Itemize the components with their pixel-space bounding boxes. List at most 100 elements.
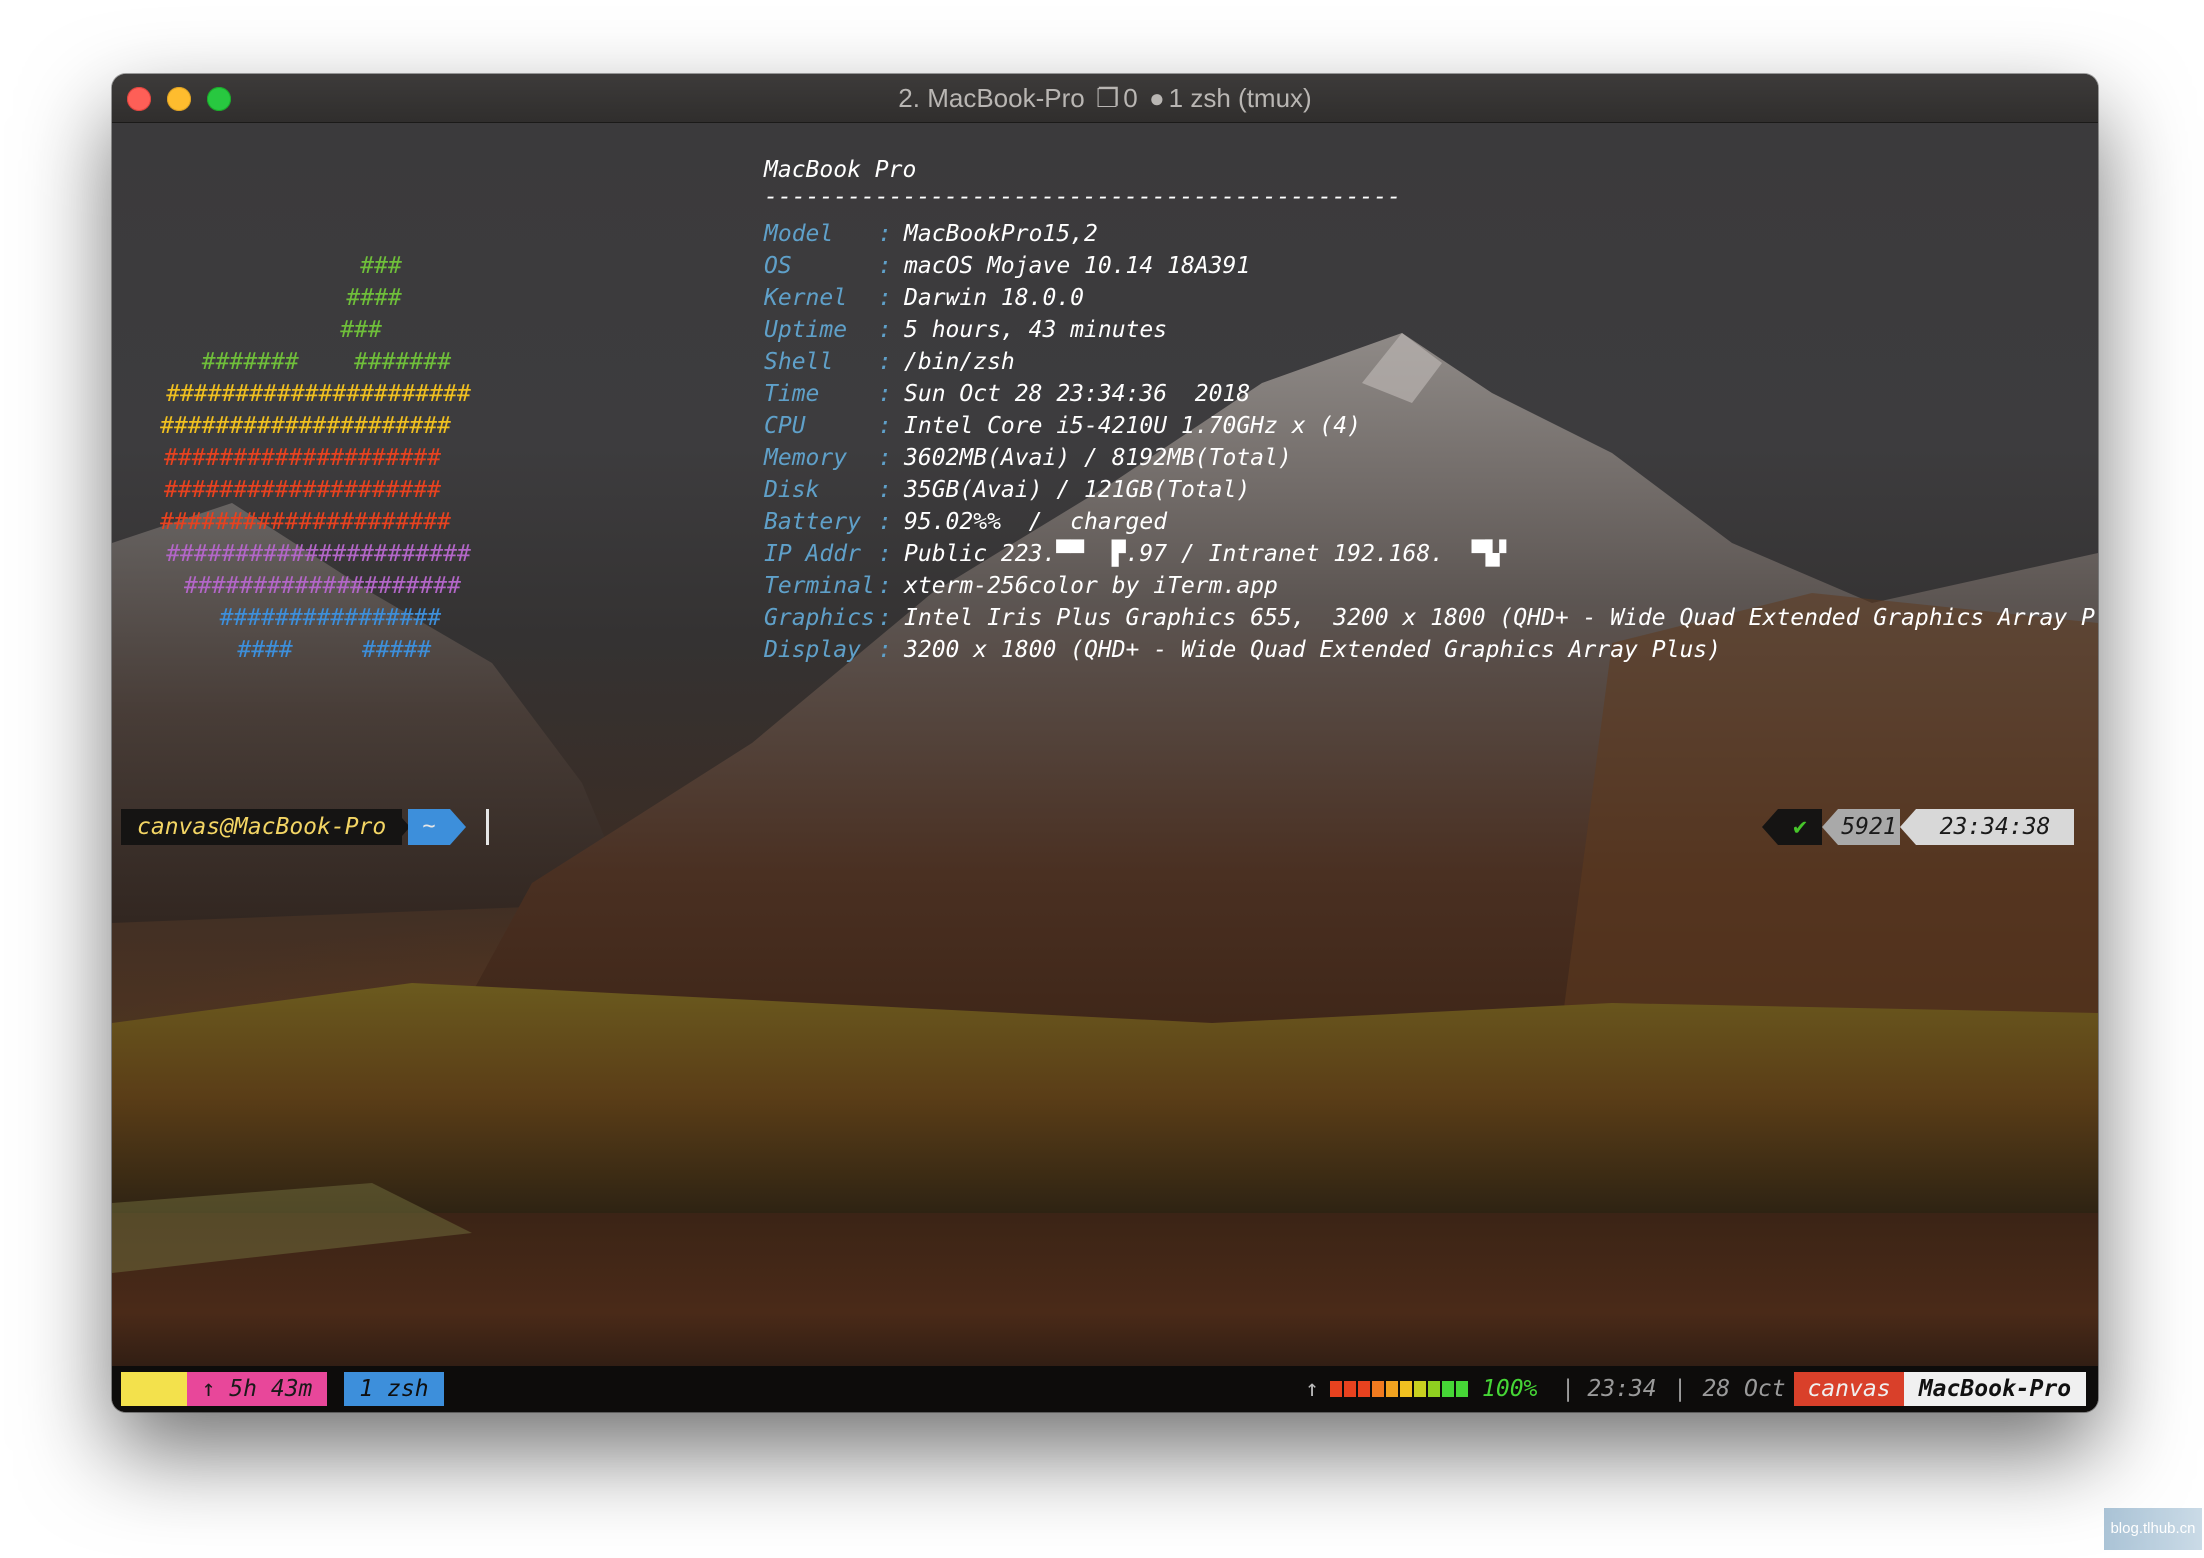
info-value: MacBookPro15,2 — [904, 221, 1098, 247]
status-time: 23:34 — [1587, 1376, 1657, 1402]
info-separator: : — [878, 221, 892, 247]
prompt-directory-arrow — [450, 809, 466, 845]
ascii-logo-line: ##################### — [160, 509, 451, 535]
info-label: CPU — [764, 413, 875, 439]
status-check-icon: ✔ — [1778, 809, 1822, 845]
prompt-user-host: canvas@MacBook-Pro — [121, 809, 403, 845]
info-label: OS — [764, 253, 875, 279]
battery-cell — [1358, 1381, 1370, 1397]
tmux-status-bar: ❐ 0 ↑ 5h 43m 1 zsh ↑ 100% | 23:34 | 28 O… — [112, 1366, 2098, 1412]
status-divider: | — [1561, 1376, 1575, 1402]
info-value: Sun Oct 28 23:34:36 2018 — [904, 381, 1251, 407]
rprompt-arrow-left — [1762, 809, 1778, 845]
ascii-logo-line: ################ — [219, 605, 442, 631]
ascii-logo-line: ####### ####### — [201, 349, 452, 375]
info-separator: : — [878, 349, 892, 375]
battery-cell — [1344, 1381, 1356, 1397]
rprompt-arrow-history — [1822, 809, 1838, 845]
info-separator: : — [878, 253, 892, 279]
ascii-logo-line: #### — [346, 285, 402, 311]
info-value: /bin/zsh — [904, 349, 1015, 375]
info-value: 5 hours, 43 minutes — [904, 317, 1168, 343]
battery-percent: 100% — [1482, 1376, 1538, 1402]
info-value: 95.02%% / charged — [904, 509, 1168, 535]
info-separator: : — [878, 509, 892, 535]
ascii-logo-line: #################### — [184, 573, 461, 599]
status-divider: | — [1673, 1376, 1687, 1402]
info-value: 3602MB(Avai) / 8192MB(Total) — [904, 445, 1292, 471]
info-value: Darwin 18.0.0 — [904, 285, 1085, 311]
ascii-logo-line: ### — [340, 317, 382, 343]
info-value: macOS Mojave 10.14 18A391 — [904, 253, 1251, 279]
info-label: Kernel — [764, 285, 875, 311]
status-host: MacBook-Pro — [1904, 1372, 2086, 1406]
info-separator: : — [878, 413, 892, 439]
ascii-logo-line: ###################### — [166, 541, 471, 567]
rprompt-arrow-time — [1900, 809, 1916, 845]
info-label: Battery — [764, 509, 875, 535]
info-label: Shell — [764, 349, 875, 375]
battery-cell — [1400, 1381, 1412, 1397]
prompt-directory: ~ — [408, 809, 450, 845]
battery-arrow-icon: ↑ — [1305, 1376, 1319, 1402]
info-separator: : — [878, 605, 892, 631]
battery-cell — [1456, 1381, 1468, 1397]
info-separator: : — [878, 477, 892, 503]
text-cursor[interactable] — [486, 809, 489, 845]
info-value: Intel Iris Plus Graphics 655, 3200 x 180… — [904, 605, 2098, 631]
history-number: 5921 — [1838, 809, 1900, 845]
prompt-time: 23:34:38 — [1916, 809, 2074, 845]
status-date: 28 Oct — [1702, 1376, 1786, 1402]
window-title-process: 1 zsh (tmux) — [1168, 83, 1312, 113]
ascii-logo-line: #### ##### — [237, 637, 432, 663]
battery-cell — [1330, 1381, 1342, 1397]
info-label: Terminal — [764, 573, 875, 599]
ascii-logo-line: ###################### — [166, 381, 471, 407]
info-label: Uptime — [764, 317, 875, 343]
info-separator: : — [878, 573, 892, 599]
window-title-name: 2. MacBook-Pro — [898, 83, 1085, 113]
terminal-pane[interactable]: ### #### ### ####### ####### ###############… — [112, 123, 2098, 1412]
watermark: blog.tlhub.cn — [2104, 1508, 2202, 1550]
info-value: Public 223.▀▀ ▛.97 / Intranet 192.168. ▀… — [904, 541, 1514, 567]
info-value: xterm-256color by iTerm.app — [904, 573, 1278, 599]
window-title: 2. MacBook-Pro ❐ 0 ● 1 zsh (tmux) — [112, 83, 2098, 114]
info-value: 3200 x 1800 (QHD+ - Wide Quad Extended G… — [904, 637, 1721, 663]
ascii-logo-line: ### — [360, 253, 402, 279]
info-separator: : — [878, 445, 892, 471]
info-value: Intel Core i5-4210U 1.70GHz x (4) — [904, 413, 1361, 439]
title-bar[interactable]: 2. MacBook-Pro ❐ 0 ● 1 zsh (tmux) — [112, 74, 2098, 123]
status-user: canvas — [1794, 1372, 1904, 1406]
tmux-uptime: ↑ 5h 43m — [187, 1372, 327, 1406]
info-label: IP Addr — [764, 541, 875, 567]
ascii-logo-line: ##################### — [160, 413, 451, 439]
info-separator: : — [878, 541, 892, 567]
info-label: Time — [764, 381, 875, 407]
info-label: Disk — [764, 477, 875, 503]
info-label: Display — [764, 637, 875, 663]
session-icon: ❐ — [259, 1410, 273, 1412]
tmux-window-tab[interactable]: 1 zsh — [344, 1372, 444, 1406]
tmux-session[interactable]: ❐ 0 — [121, 1372, 273, 1412]
info-separator: : — [878, 285, 892, 311]
ascii-logo-line: #################### — [164, 477, 441, 503]
dot-icon: ● — [1148, 83, 1165, 113]
pane-icon: ❐ — [1095, 83, 1120, 113]
info-label: Memory — [764, 445, 875, 471]
battery-cell — [1442, 1381, 1454, 1397]
info-divider: ----------------------------------------… — [764, 184, 1401, 210]
info-value: 35GB(Avai) / 121GB(Total) — [904, 477, 1251, 503]
battery-cell — [1414, 1381, 1426, 1397]
battery-cell — [1428, 1381, 1440, 1397]
terminal-output: ### #### ### ####### ####### ###############… — [112, 123, 2098, 1412]
battery-cell — [1372, 1381, 1384, 1397]
ascii-logo-line: #################### — [164, 445, 441, 471]
info-separator: : — [878, 381, 892, 407]
terminal-window: 2. MacBook-Pro ❐ 0 ● 1 zsh (tmux) ### ##… — [112, 74, 2098, 1412]
battery-cell — [1386, 1381, 1398, 1397]
window-title-pane-count: 0 — [1123, 83, 1138, 113]
info-label: Graphics — [764, 605, 875, 631]
info-label: Model — [764, 221, 875, 247]
info-separator: : — [878, 637, 892, 663]
info-separator: : — [878, 317, 892, 343]
